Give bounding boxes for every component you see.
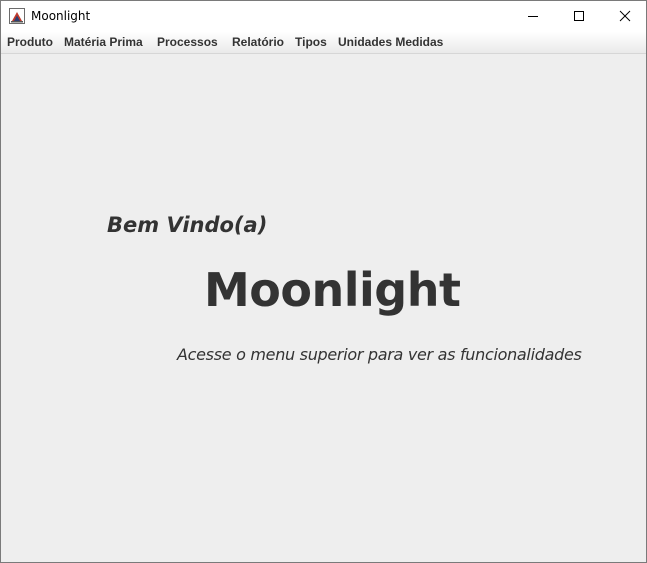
instructions-label: Acesse o menu superior para ver as funci… bbox=[177, 345, 582, 364]
menu-bar: Produto Matéria Prima Processos Relatóri… bbox=[1, 32, 646, 54]
java-app-icon bbox=[9, 8, 25, 24]
title-bar[interactable]: Moonlight bbox=[1, 1, 646, 32]
close-button[interactable] bbox=[602, 1, 646, 31]
menu-processos[interactable]: Processos bbox=[157, 35, 218, 49]
welcome-label: Bem Vindo(a) bbox=[107, 213, 268, 237]
main-panel: Bem Vindo(a) Moonlight Acesse o menu sup… bbox=[1, 54, 646, 562]
menu-relatorio[interactable]: Relatório bbox=[232, 35, 284, 49]
menu-unidades-medidas[interactable]: Unidades Medidas bbox=[338, 35, 443, 49]
maximize-button[interactable] bbox=[556, 1, 602, 31]
maximize-icon bbox=[574, 11, 584, 21]
menu-produto[interactable]: Produto bbox=[7, 35, 53, 49]
close-icon bbox=[619, 10, 631, 22]
app-name-heading: Moonlight bbox=[204, 263, 461, 317]
minimize-icon bbox=[528, 16, 538, 17]
app-window: Moonlight Produto Matéria Prima Processo… bbox=[0, 0, 647, 563]
minimize-button[interactable] bbox=[510, 1, 556, 31]
window-title: Moonlight bbox=[31, 9, 91, 23]
menu-materia-prima[interactable]: Matéria Prima bbox=[64, 35, 143, 49]
menu-tipos[interactable]: Tipos bbox=[295, 35, 327, 49]
